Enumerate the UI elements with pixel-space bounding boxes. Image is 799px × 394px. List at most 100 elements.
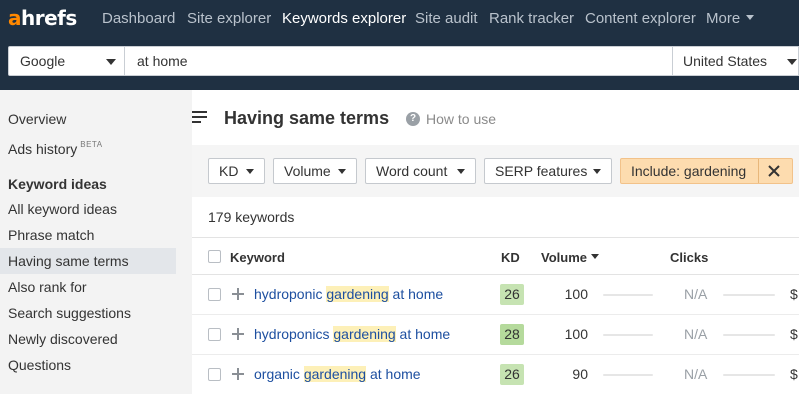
- question-icon: ?: [406, 112, 420, 126]
- cps-value: $: [790, 366, 798, 382]
- volume-value: 100: [564, 326, 588, 342]
- sort-desc-icon: [591, 254, 599, 259]
- nav-keywords-explorer[interactable]: Keywords explorer: [282, 10, 406, 28]
- nav-rank-tracker[interactable]: Rank tracker: [489, 10, 574, 28]
- column-clicks[interactable]: Clicks: [670, 250, 708, 265]
- main-content: Having same terms ? How to use KD Volume…: [192, 90, 799, 394]
- select-all-checkbox[interactable]: [208, 250, 221, 263]
- nav-site-explorer[interactable]: Site explorer: [187, 10, 271, 28]
- clicks-value: N/A: [684, 286, 708, 302]
- filter-serp-features-button[interactable]: SERP features: [484, 158, 612, 184]
- clicks-value: N/A: [684, 326, 708, 342]
- keyword-text: organic: [254, 366, 304, 382]
- sidebar-item-all-keyword-ideas[interactable]: All keyword ideas: [0, 196, 176, 222]
- column-volume-label: Volume: [541, 250, 587, 265]
- sidebar-item-overview[interactable]: Overview: [0, 106, 176, 132]
- filter-kd-button[interactable]: KD: [208, 158, 265, 184]
- volume-value: 100: [564, 286, 588, 302]
- kd-badge: 28: [500, 324, 524, 345]
- filter-label: Volume: [284, 163, 331, 179]
- row-checkbox[interactable]: [208, 288, 221, 301]
- sidebar-item-phrase-match[interactable]: Phrase match: [0, 222, 176, 248]
- clicks-bar: [723, 294, 775, 296]
- column-volume[interactable]: Volume: [541, 250, 599, 265]
- ahrefs-logo[interactable]: ahrefs: [8, 6, 77, 30]
- sidebar-item-search-suggestions[interactable]: Search suggestions: [0, 300, 176, 326]
- volume-trend-bar: [603, 294, 653, 296]
- page-title: Having same terms: [224, 108, 390, 128]
- keyword-highlight: gardening: [333, 326, 396, 342]
- nav-more-label: More: [706, 10, 741, 27]
- cps-value: $: [790, 326, 798, 342]
- keyword-link[interactable]: hydroponic gardening at home: [254, 286, 443, 302]
- row-checkbox[interactable]: [208, 328, 221, 341]
- volume-trend-bar: [603, 334, 653, 336]
- search-engine-value: Google: [20, 53, 66, 69]
- include-filter-label: Include: gardening: [631, 163, 747, 179]
- nav-content-explorer[interactable]: Content explorer: [585, 10, 696, 28]
- table-header: Keyword KD Volume Clicks: [192, 237, 799, 275]
- how-to-use-link[interactable]: ? How to use: [406, 111, 496, 127]
- clicks-bar: [723, 334, 775, 336]
- keyword-highlight: gardening: [303, 366, 367, 382]
- filter-word-count-button[interactable]: Word count: [365, 158, 476, 184]
- chip-divider: [758, 159, 759, 183]
- plus-icon[interactable]: [232, 288, 244, 300]
- plus-icon[interactable]: [232, 328, 244, 340]
- country-select[interactable]: United States: [672, 46, 799, 76]
- sidebar-item-questions[interactable]: Questions: [0, 352, 176, 378]
- kd-badge: 26: [500, 364, 524, 385]
- sidebar-item-ads-history[interactable]: Ads history BETA: [0, 132, 176, 158]
- plus-icon[interactable]: [232, 368, 244, 380]
- top-navigation: ahrefs Dashboard Site explorer Keywords …: [0, 0, 799, 37]
- row-checkbox[interactable]: [208, 368, 221, 381]
- sidebar-heading-keyword-ideas: Keyword ideas: [8, 176, 107, 192]
- cps-value: $: [790, 286, 798, 302]
- keyword-text: hydroponics: [254, 326, 334, 342]
- keyword-text: at home: [395, 326, 451, 342]
- chevron-down-icon: [746, 15, 755, 20]
- how-to-use-label: How to use: [426, 111, 497, 127]
- column-keyword[interactable]: Keyword: [230, 250, 285, 265]
- country-value: United States: [683, 53, 768, 69]
- sidebar: Overview Ads history BETA Keyword ideas A…: [0, 90, 192, 394]
- menu-icon[interactable]: [192, 111, 207, 123]
- search-engine-select[interactable]: Google: [8, 46, 125, 76]
- nav-more-menu[interactable]: More: [706, 10, 755, 28]
- chevron-down-icon: [457, 169, 465, 174]
- filter-volume-button[interactable]: Volume: [273, 158, 357, 184]
- clicks-value: N/A: [684, 366, 708, 382]
- close-icon[interactable]: [767, 164, 781, 178]
- kd-badge: 26: [500, 284, 524, 305]
- search-bar: Google United States: [0, 37, 799, 90]
- nav-site-audit[interactable]: Site audit: [415, 10, 478, 28]
- sidebar-item-also-rank-for[interactable]: Also rank for: [0, 274, 176, 300]
- filter-label: SERP features: [495, 163, 588, 179]
- sidebar-item-label: Ads history: [8, 141, 78, 157]
- filter-label: KD: [219, 163, 239, 179]
- keyword-link[interactable]: hydroponics gardening at home: [254, 326, 450, 342]
- column-kd[interactable]: KD: [501, 250, 520, 265]
- clicks-bar: [723, 374, 775, 376]
- keyword-count: 179 keywords: [208, 209, 295, 225]
- chevron-down-icon: [246, 169, 254, 174]
- sidebar-item-having-same-terms[interactable]: Having same terms: [0, 248, 176, 274]
- chevron-down-icon: [338, 169, 346, 174]
- volume-trend-bar: [603, 374, 653, 376]
- table-row: hydroponic gardening at home 26 100 N/A $: [192, 275, 799, 315]
- filter-label: Word count: [376, 163, 448, 179]
- keyword-search-input[interactable]: [125, 46, 673, 76]
- keyword-text: at home: [366, 366, 421, 382]
- keyword-text: hydroponic: [254, 286, 327, 302]
- sidebar-item-newly-discovered[interactable]: Newly discovered: [0, 326, 176, 352]
- keyword-text: at home: [388, 286, 444, 302]
- include-filter-chip[interactable]: Include: gardening: [620, 158, 793, 184]
- table-row: hydroponics gardening at home 28 100 N/A $: [192, 315, 799, 355]
- keyword-link[interactable]: organic gardening at home: [254, 366, 421, 382]
- table-row: organic gardening at home 26 90 N/A $: [192, 355, 799, 394]
- keyword-highlight: gardening: [326, 286, 389, 302]
- volume-value: 90: [572, 366, 588, 382]
- chevron-down-icon: [593, 169, 601, 174]
- beta-badge: BETA: [80, 140, 103, 149]
- nav-dashboard[interactable]: Dashboard: [102, 10, 175, 28]
